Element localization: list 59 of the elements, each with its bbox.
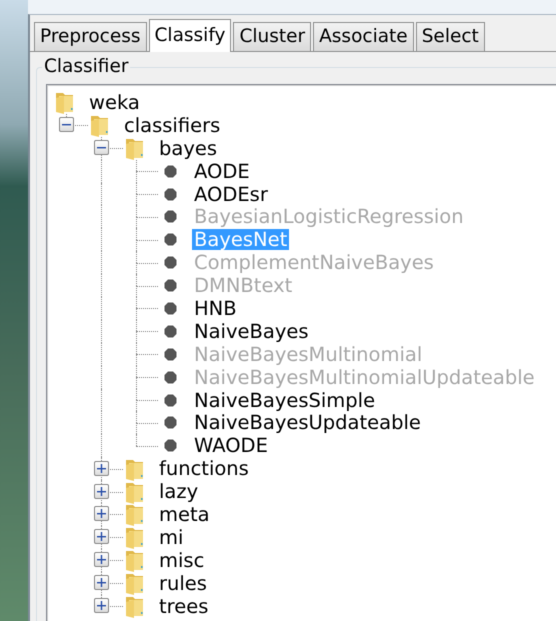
bullet-icon (164, 256, 176, 270)
folder-icon (124, 136, 146, 160)
tab[interactable]: Cluster (233, 22, 312, 51)
expand-button[interactable] (94, 575, 109, 590)
folder-icon (124, 594, 146, 618)
bullet-icon (164, 210, 176, 224)
tree-item[interactable]: meta (157, 504, 212, 525)
tree-item[interactable]: classifiers (122, 114, 222, 136)
bullet-icon (164, 279, 176, 292)
tree-item[interactable]: HNB (192, 298, 239, 319)
tree-item[interactable]: NaiveBayes (192, 320, 311, 342)
bullet-icon (164, 302, 176, 315)
tree-item[interactable]: mi (157, 526, 186, 548)
plus-icon (97, 464, 106, 473)
tree-item[interactable]: AODEsr (192, 184, 270, 204)
tree-item[interactable]: NaiveBayesUpdateable (192, 412, 423, 434)
tree-item[interactable]: bayes (157, 138, 220, 159)
bullet-icon (164, 324, 176, 338)
bullet-icon (164, 233, 176, 246)
tab[interactable]: Preprocess (34, 22, 147, 51)
tree-item[interactable]: weka (87, 92, 142, 113)
folder-icon (89, 113, 111, 138)
tab[interactable]: Associate (313, 22, 414, 51)
expand-button[interactable] (94, 506, 109, 522)
bullet-icon (164, 439, 176, 452)
bullet-icon (164, 394, 176, 407)
plus-icon (97, 486, 106, 496)
expand-button[interactable] (94, 484, 109, 499)
folder-icon (124, 525, 146, 550)
tree-item[interactable]: trees (157, 596, 210, 617)
plus-icon (97, 509, 106, 518)
tree-item[interactable]: AODE (192, 160, 252, 182)
plus-icon (97, 601, 106, 610)
bullet-icon (164, 348, 176, 361)
plus-icon (97, 578, 106, 588)
tab[interactable]: Classify (148, 19, 232, 52)
tree-item[interactable]: misc (157, 550, 206, 571)
folder-icon (124, 571, 146, 596)
expand-button[interactable] (94, 552, 109, 568)
folder-icon (124, 548, 146, 572)
tree-item[interactable]: functions (157, 458, 251, 480)
plus-icon (97, 555, 106, 564)
plus-icon (97, 532, 106, 542)
bullet-icon (164, 370, 176, 384)
collapse-button[interactable] (59, 117, 74, 132)
bullet-icon (164, 164, 176, 178)
expand-button[interactable] (94, 529, 109, 544)
tree-item[interactable]: lazy (157, 481, 200, 502)
tab[interactable]: Select (416, 22, 485, 51)
folder-icon (54, 90, 76, 114)
tree-item[interactable]: WAODE (192, 435, 270, 456)
bullet-icon (164, 188, 176, 201)
expand-button[interactable] (94, 460, 109, 476)
bullet-icon (164, 416, 176, 430)
collapse-button[interactable] (94, 140, 109, 156)
tree-item[interactable]: rules (157, 572, 209, 594)
tree-item[interactable]: NaiveBayesSimple (192, 390, 378, 411)
expand-button[interactable] (94, 598, 109, 614)
folder-icon (124, 502, 146, 526)
